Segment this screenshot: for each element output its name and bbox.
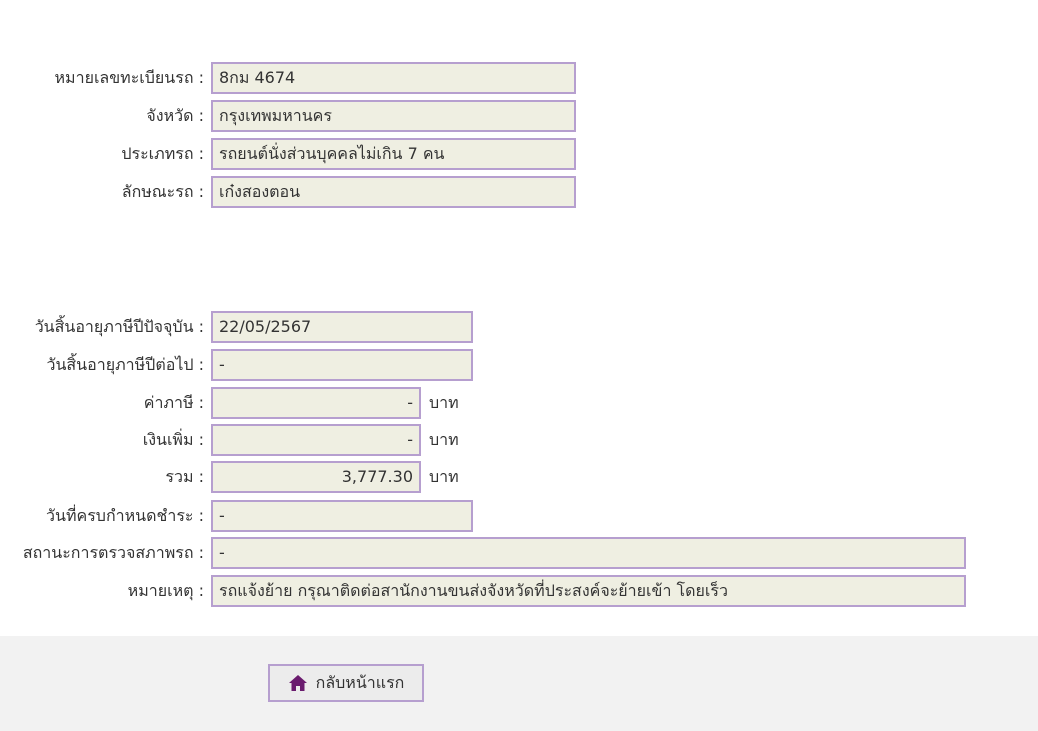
surcharge-unit: บาท (429, 429, 459, 449)
tax-row: ค่าภาษี : - บาท (0, 386, 459, 420)
total-field: 3,777.30 (211, 461, 421, 493)
vehicle-type-field: รถยนต์นั่งส่วนบุคคลไม่เกิน 7 คน (211, 138, 576, 170)
home-button[interactable]: กลับหน้าแรก (268, 664, 424, 702)
tax-unit: บาท (429, 392, 459, 412)
home-button-label: กลับหน้าแรก (315, 672, 405, 692)
current-expiry-field: 22/05/2567 (211, 311, 473, 343)
vehicle-type-row: ประเภทรถ : รถยนต์นั่งส่วนบุคคลไม่เกิน 7 … (0, 137, 576, 171)
current-expiry-label: วันสิ้นอายุภาษีปีปัจจุบัน : (34, 316, 204, 336)
tax-label: ค่าภาษี : (143, 392, 204, 412)
tax-field: - (211, 387, 421, 419)
vehicle-style-label: ลักษณะรถ : (121, 181, 204, 201)
plate-field: 8กม 4674 (211, 62, 576, 94)
home-icon (288, 674, 308, 692)
province-field: กรุงเทพมหานคร (211, 100, 576, 132)
total-unit: บาท (429, 466, 459, 486)
province-label: จังหวัด : (146, 105, 204, 125)
remark-label: หมายเหตุ : (127, 580, 204, 600)
vehicle-style-row: ลักษณะรถ : เก๋งสองตอน (0, 175, 576, 209)
due-date-label: วันที่ครบกำหนดชำระ : (46, 505, 204, 525)
surcharge-row: เงินเพิ่ม : - บาท (0, 423, 459, 457)
vehicle-tax-result-page: หมายเลขทะเบียนรถ : 8กม 4674 จังหวัด : กร… (0, 0, 1038, 731)
inspection-row: สถานะการตรวจสภาพรถ : - (0, 536, 966, 570)
inspection-field: - (211, 537, 966, 569)
inspection-label: สถานะการตรวจสภาพรถ : (22, 542, 204, 562)
next-expiry-field: - (211, 349, 473, 381)
due-date-field: - (211, 500, 473, 532)
plate-label: หมายเลขทะเบียนรถ : (54, 67, 205, 87)
vehicle-type-label: ประเภทรถ : (121, 143, 204, 163)
total-row: รวม : 3,777.30 บาท (0, 460, 459, 494)
province-row: จังหวัด : กรุงเทพมหานคร (0, 99, 576, 133)
next-expiry-label: วันสิ้นอายุภาษีปีต่อไป : (46, 354, 204, 374)
remark-row: หมายเหตุ : รถแจ้งย้าย กรุณาติดต่อสานักงา… (0, 574, 966, 608)
next-expiry-row: วันสิ้นอายุภาษีปีต่อไป : - (0, 348, 473, 382)
vehicle-style-field: เก๋งสองตอน (211, 176, 576, 208)
current-expiry-row: วันสิ้นอายุภาษีปีปัจจุบัน : 22/05/2567 (0, 310, 473, 344)
due-date-row: วันที่ครบกำหนดชำระ : - (0, 499, 473, 533)
surcharge-field: - (211, 424, 421, 456)
remark-field: รถแจ้งย้าย กรุณาติดต่อสานักงานขนส่งจังหว… (211, 575, 966, 607)
surcharge-label: เงินเพิ่ม : (142, 429, 204, 449)
plate-row: หมายเลขทะเบียนรถ : 8กม 4674 (0, 61, 576, 95)
footer-bar: กลับหน้าแรก (0, 636, 1038, 731)
total-label: รวม : (165, 466, 204, 486)
